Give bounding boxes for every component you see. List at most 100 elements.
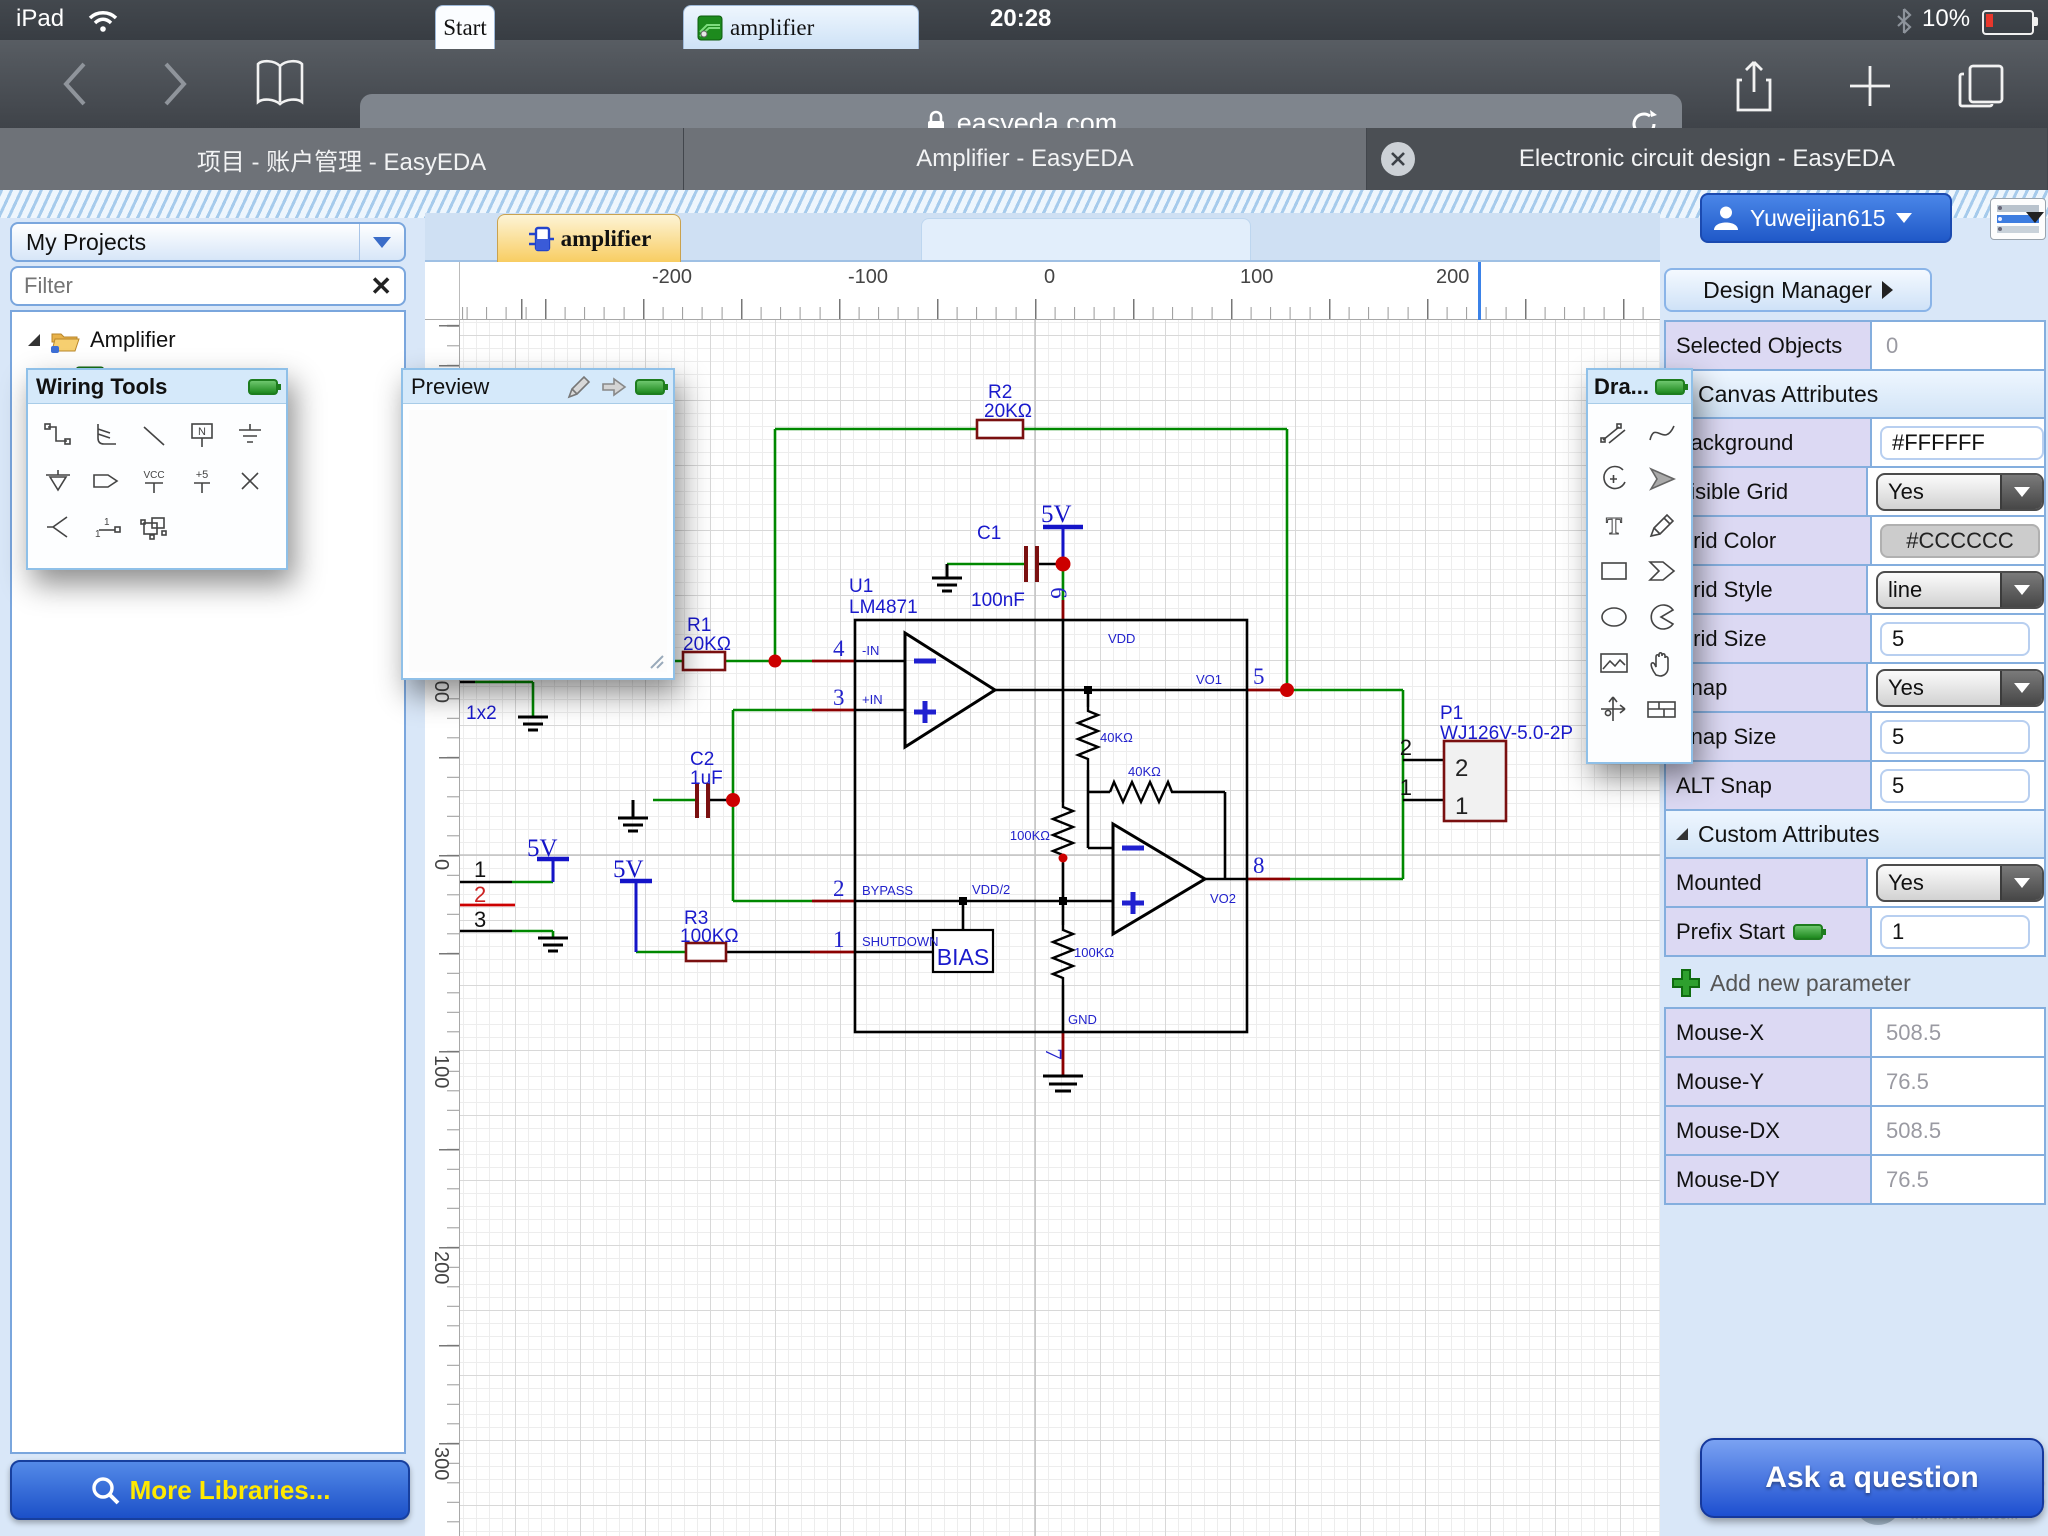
arc-tool[interactable] — [1590, 456, 1638, 502]
open-arrow-icon[interactable] — [599, 374, 629, 400]
arrow-tool[interactable] — [1638, 456, 1686, 502]
spline-tool[interactable] — [1638, 410, 1686, 456]
pin-tool[interactable]: 11 — [82, 504, 130, 550]
value-r2[interactable]: 20KΩ — [984, 401, 1032, 422]
grid-size-input[interactable]: 5 — [1880, 622, 2030, 656]
browser-tab-amplifier[interactable]: Amplifier - EasyEDA — [684, 128, 1367, 190]
drag-hand-tool[interactable] — [1638, 640, 1686, 686]
resistor-r2[interactable] — [977, 420, 1023, 438]
background-color-input[interactable]: #FFFFFF — [1880, 426, 2044, 460]
ellipse-tool[interactable] — [1590, 594, 1638, 640]
ref-r2[interactable]: R2 — [988, 382, 1012, 403]
polygon-tool[interactable] — [1638, 548, 1686, 594]
polyline-tool[interactable] — [1590, 410, 1638, 456]
design-manager-button[interactable]: Design Manager — [1664, 268, 1932, 312]
drawing-tools-header[interactable]: Dra... — [1588, 370, 1691, 404]
ref-c1[interactable]: C1 — [977, 523, 1001, 544]
text-tool[interactable]: T — [1590, 502, 1638, 548]
branch-tool[interactable] — [34, 504, 82, 550]
new-tab-button[interactable] — [1846, 62, 1894, 110]
no-connect-tool[interactable] — [226, 458, 274, 504]
ask-question-label: Ask a question — [1765, 1461, 1978, 1495]
rectangle-tool[interactable] — [1590, 548, 1638, 594]
pencil-tool[interactable] — [1638, 502, 1686, 548]
add-new-parameter-button[interactable]: Add new parameter — [1664, 961, 2046, 1005]
pie-tool[interactable] — [1638, 594, 1686, 640]
wire-tool[interactable] — [34, 412, 82, 458]
vcc-flag-tool[interactable]: VCC — [130, 458, 178, 504]
resize-handle[interactable] — [645, 650, 665, 670]
line-tool[interactable] — [130, 412, 178, 458]
power-5v-label[interactable]: 5V — [527, 835, 558, 862]
connector-p1-body[interactable] — [1444, 741, 1506, 821]
h-ruler-label: 0 — [1044, 266, 1055, 289]
ref-u1[interactable]: U1 — [849, 576, 873, 597]
section-canvas-attributes[interactable]: Canvas Attributes — [1664, 369, 2046, 419]
battery-toggle-icon[interactable] — [248, 379, 278, 395]
capacitor-c1[interactable] — [1026, 546, 1037, 582]
value-c1[interactable]: 100nF — [971, 590, 1025, 611]
sheet-frame-tool[interactable] — [1638, 686, 1686, 732]
tabs-overview-button[interactable] — [1956, 60, 2008, 112]
ref-p1[interactable]: P1 — [1440, 703, 1463, 724]
netport-tool[interactable] — [82, 458, 130, 504]
section-custom-attributes[interactable]: Custom Attributes — [1664, 809, 2046, 859]
value-r1[interactable]: 20KΩ — [683, 634, 731, 655]
doc-tab-pcb[interactable]: amplifier — [683, 5, 919, 49]
value-p1[interactable]: WJ126V-5.0-2P — [1440, 723, 1573, 744]
ic-u1-body[interactable] — [855, 620, 1247, 1032]
edit-icon[interactable] — [565, 374, 593, 400]
netlabel-tool[interactable]: N — [178, 412, 226, 458]
battery-toggle-icon[interactable] — [1793, 924, 1823, 940]
mounted-select[interactable]: Yes — [1876, 864, 2044, 902]
doc-tab-start[interactable]: Start — [435, 5, 495, 49]
snap-select[interactable]: Yes — [1876, 669, 2044, 707]
visible-grid-select[interactable]: Yes — [1876, 473, 2044, 511]
bookmarks-button[interactable] — [252, 56, 308, 112]
image-tool[interactable] — [1590, 640, 1638, 686]
plus5-flag-tool[interactable]: +5 — [178, 458, 226, 504]
battery-toggle-icon[interactable] — [635, 379, 665, 395]
ref-connector[interactable]: 1x2 — [466, 703, 497, 724]
ask-a-question-button[interactable]: Ask a question — [1700, 1438, 2044, 1518]
snap-size-input[interactable]: 5 — [1880, 720, 2030, 754]
close-tab-button[interactable] — [1381, 142, 1415, 176]
power-5v-label[interactable]: 5V — [613, 856, 644, 883]
grid-style-select[interactable]: line — [1876, 571, 2044, 609]
view-options-chevron[interactable] — [2026, 212, 2044, 223]
wiring-tools-header[interactable]: Wiring Tools — [28, 370, 286, 404]
alt-snap-input[interactable]: 5 — [1880, 769, 2030, 803]
value-r3[interactable]: 100KΩ — [680, 926, 739, 947]
netflag-gnd-tool[interactable] — [226, 412, 274, 458]
res-40k-label: 40KΩ — [1100, 730, 1133, 745]
user-menu-button[interactable]: Yuweijian615 — [1700, 193, 1952, 243]
projects-dropdown-value: My Projects — [12, 229, 359, 256]
origin-tool[interactable] — [1590, 686, 1638, 732]
clear-filter-button[interactable]: ✕ — [358, 271, 404, 302]
value-u1[interactable]: LM4871 — [849, 597, 918, 618]
grid-color-input[interactable]: #CCCCCC — [1880, 524, 2040, 558]
gnd-triangle-tool[interactable] — [34, 458, 82, 504]
filter-input[interactable] — [12, 272, 358, 300]
tree-item-project[interactable]: Amplifier — [12, 320, 404, 360]
projects-dropdown[interactable]: My Projects — [10, 222, 406, 262]
group-tool[interactable] — [130, 504, 178, 550]
browser-tab-active[interactable]: Electronic circuit design - EasyEDA — [1367, 128, 2048, 190]
share-button[interactable] — [1732, 58, 1776, 114]
panel-title: Wiring Tools — [36, 374, 242, 400]
ref-r1[interactable]: R1 — [687, 615, 711, 636]
add-icon — [1670, 967, 1702, 999]
preview-header[interactable]: Preview — [403, 370, 673, 404]
browser-tab-projects[interactable]: 项目 - 账户管理 - EasyEDA — [0, 128, 684, 190]
bus-tool[interactable] — [82, 412, 130, 458]
prefix-start-input[interactable]: 1 — [1880, 915, 2030, 949]
forward-button[interactable] — [158, 58, 192, 110]
power-5v-label[interactable]: 5V — [1041, 501, 1072, 528]
tree-expander-icon[interactable] — [28, 334, 40, 346]
doc-tab-schematic-active[interactable]: amplifier — [497, 214, 681, 262]
value-c2[interactable]: 1uF — [690, 768, 723, 789]
back-button[interactable] — [58, 58, 92, 110]
battery-toggle-icon[interactable] — [1655, 379, 1685, 395]
ref-c2[interactable]: C2 — [690, 749, 714, 770]
more-libraries-button[interactable]: More Libraries... — [10, 1460, 410, 1520]
